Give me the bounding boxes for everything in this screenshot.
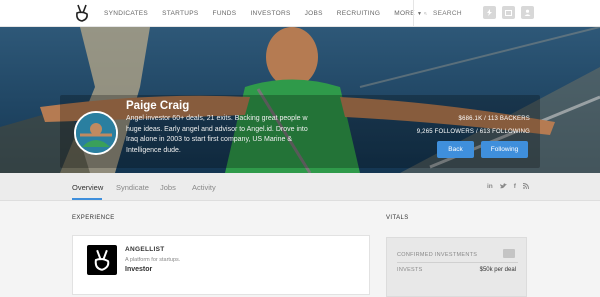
tab-syndicate[interactable]: Syndicate	[116, 183, 149, 192]
top-nav: SYNDICATES STARTUPS FUNDS INVESTORS JOBS…	[0, 0, 600, 27]
search-icon	[424, 12, 427, 15]
bolt-icon[interactable]	[483, 6, 496, 19]
tab-overview[interactable]: Overview	[72, 183, 103, 192]
rss-icon[interactable]	[522, 183, 529, 191]
nav-investors[interactable]: INVESTORS	[250, 10, 290, 17]
nav-funds[interactable]: FUNDS	[213, 10, 237, 17]
profile-tabs: Overview Syndicate Jobs Activity in f	[0, 173, 600, 201]
vitals-heading: VITALS	[386, 215, 409, 221]
confirmed-investments-label: CONFIRMED INVESTMENTS	[397, 252, 478, 258]
nav-syndicates[interactable]: SYNDICATES	[104, 10, 148, 17]
nav-startups[interactable]: STARTUPS	[162, 10, 198, 17]
company-name[interactable]: ANGELLIST	[125, 246, 165, 253]
social-links: in f	[487, 183, 536, 191]
experience-heading: EXPERIENCE	[72, 215, 115, 221]
confirmed-badge-icon	[503, 249, 515, 258]
angellist-logo[interactable]	[72, 3, 92, 23]
tab-jobs[interactable]: Jobs	[160, 183, 176, 192]
search-input[interactable]	[433, 10, 473, 17]
nav-icon-group	[483, 6, 540, 19]
nav-menu: SYNDICATES STARTUPS FUNDS INVESTORS JOBS…	[104, 10, 436, 17]
linkedin-icon[interactable]: in	[487, 183, 493, 191]
profile-bio: Angel investor 60+ deals, 21 exits. Back…	[126, 115, 308, 154]
active-tab-indicator	[72, 198, 102, 200]
tab-activity[interactable]: Activity	[192, 183, 216, 192]
invests-value: $50k per deal	[479, 267, 516, 273]
profile-name: Paige Craig	[126, 100, 190, 112]
angellist-company-logo[interactable]	[87, 245, 117, 275]
invests-label: INVESTS	[397, 267, 423, 273]
back-button[interactable]: Back	[437, 141, 474, 158]
facebook-icon[interactable]: f	[514, 183, 516, 191]
avatar[interactable]	[74, 111, 118, 155]
twitter-icon[interactable]	[499, 183, 507, 191]
user-icon[interactable]	[521, 6, 534, 19]
backing-stat[interactable]: $686.1K / 113 BACKERS	[459, 116, 530, 122]
company-description: A platform for startups.	[125, 257, 181, 263]
inbox-icon[interactable]	[502, 6, 515, 19]
nav-more-label: MORE	[394, 9, 415, 17]
followers-stat[interactable]: 9,265 FOLLOWERS / 613 FOLLOWING	[417, 129, 530, 135]
vitals-card: CONFIRMED INVESTMENTS INVESTS $50k per d…	[386, 237, 527, 297]
company-role: Investor	[125, 266, 153, 273]
experience-card: ANGELLIST A platform for startups. Inves…	[72, 235, 370, 295]
nav-recruiting[interactable]: RECRUITING	[337, 10, 380, 17]
profile-hero: Paige Craig Angel investor 60+ deals, 21…	[0, 27, 600, 173]
nav-jobs[interactable]: JOBS	[305, 10, 323, 17]
search-box[interactable]	[413, 0, 473, 27]
vitals-divider	[397, 262, 518, 263]
following-button[interactable]: Following	[481, 141, 528, 158]
